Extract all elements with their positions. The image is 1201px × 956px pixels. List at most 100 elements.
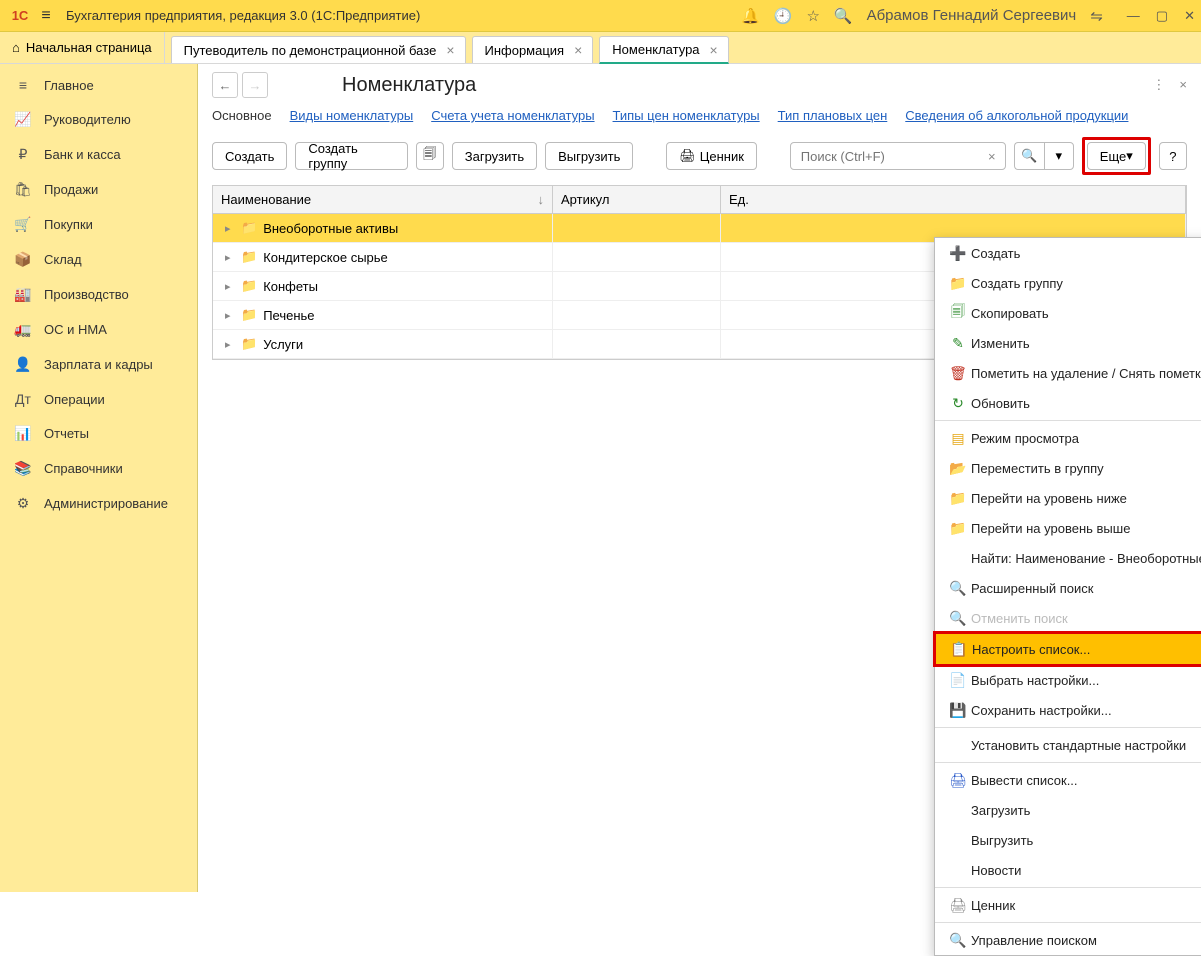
sidebar-item[interactable]: 🛍Продажи <box>0 172 197 207</box>
expand-icon[interactable]: ▸ <box>225 280 235 293</box>
content-area: ← → Номенклатура ⋮ × ОсновноеВиды номенк… <box>198 64 1201 892</box>
menu-item[interactable]: ➕СоздатьIns <box>935 238 1201 268</box>
sidebar-item-label: Производство <box>44 287 129 302</box>
menu-item[interactable]: Новости <box>935 855 1201 885</box>
sidebar-item[interactable]: ₽Банк и касса <box>0 137 197 172</box>
tab-nomenclature[interactable]: Номенклатура × <box>599 36 728 64</box>
star-icon[interactable]: ☆ <box>806 7 819 25</box>
sidebar-item[interactable]: ≡Главное <box>0 68 197 102</box>
menu-item[interactable]: 📁Создать группуCtrl+F9 <box>935 268 1201 298</box>
sidebar-item[interactable]: 📦Склад <box>0 242 197 277</box>
create-group-button[interactable]: Создать группу <box>295 142 407 170</box>
menu-item-label: Создать группу <box>971 276 1201 291</box>
copy-button[interactable]: 🗐 <box>416 142 444 170</box>
back-button[interactable]: ← <box>212 72 238 98</box>
maximize-button[interactable]: ▢ <box>1156 8 1168 24</box>
user-name[interactable]: Абрамов Геннадий Сергеевич <box>867 7 1077 24</box>
sidebar-item[interactable]: 📈Руководителю <box>0 102 197 137</box>
close-button[interactable]: ✕ <box>1184 8 1195 24</box>
subtab[interactable]: Сведения об алкогольной продукции <box>905 108 1128 123</box>
expand-icon[interactable]: ▸ <box>225 251 235 264</box>
th-name[interactable]: Наименование <box>213 186 553 213</box>
menu-item-label: Перейти на уровень ниже <box>971 491 1201 506</box>
menu-item[interactable]: 📄Выбрать настройки... <box>935 665 1201 695</box>
subtab[interactable]: Типы цен номенклатуры <box>613 108 760 123</box>
menu-item[interactable]: 📁Перейти на уровень вышеCtrl+Up <box>935 513 1201 543</box>
menu-item[interactable]: 🖨Вывести список... <box>935 765 1201 795</box>
sidebar-item-label: ОС и НМА <box>44 322 107 337</box>
kebab-icon[interactable]: ⋮ <box>1152 77 1165 93</box>
sidebar-item[interactable]: 🛒Покупки <box>0 207 197 242</box>
menu-item[interactable]: 🔍Управление поиском <box>935 925 1201 955</box>
tab-info[interactable]: Информация × <box>472 36 594 63</box>
home-tab[interactable]: ⌂ Начальная страница <box>0 32 165 63</box>
menu-item[interactable]: 🗐СкопироватьF9 <box>935 298 1201 328</box>
menu-item[interactable]: Выгрузить <box>935 825 1201 855</box>
load-button[interactable]: Загрузить <box>452 142 537 170</box>
menu-item[interactable]: Загрузить <box>935 795 1201 825</box>
create-button[interactable]: Создать <box>212 142 287 170</box>
subtab[interactable]: Виды номенклатуры <box>290 108 414 123</box>
sidebar-item[interactable]: ДтОперации <box>0 382 197 416</box>
folder-icon: 📁 <box>241 307 257 323</box>
table-header: Наименование Артикул Ед. <box>213 186 1186 214</box>
menu-item-label: Переместить в группу <box>971 461 1201 476</box>
sidebar-item[interactable]: 📚Справочники <box>0 451 197 486</box>
sidebar-item[interactable]: 🚛ОС и НМА <box>0 312 197 347</box>
menu-item-label: Найти: Наименование - Внеоборотные актив… <box>971 551 1201 566</box>
sidebar-item[interactable]: ⚙Администрирование <box>0 486 197 521</box>
burger-icon[interactable]: ≡ <box>34 7 58 25</box>
row-label: Внеоборотные активы <box>263 221 398 236</box>
search-icon[interactable]: 🔍 <box>834 7 853 25</box>
history-icon[interactable]: 🕘 <box>774 7 793 25</box>
menu-item[interactable]: ↻ОбновитьF5 <box>935 388 1201 418</box>
menu-item[interactable]: 🖨Ценник <box>935 890 1201 920</box>
sidebar-item[interactable]: 📊Отчеты <box>0 416 197 451</box>
menu-item-label: Расширенный поиск <box>971 581 1201 596</box>
expand-icon[interactable]: ▸ <box>225 222 235 235</box>
subtab[interactable]: Основное <box>212 108 272 123</box>
sidebar-item[interactable]: 👤Зарплата и кадры <box>0 347 197 382</box>
bell-icon[interactable]: 🔔 <box>741 7 760 25</box>
expand-icon[interactable]: ▸ <box>225 309 235 322</box>
menu-item[interactable]: ▤Режим просмотра <box>935 423 1201 453</box>
forward-button[interactable]: → <box>242 72 268 98</box>
menu-item[interactable]: 📁Перейти на уровень нижеCtrl+Down <box>935 483 1201 513</box>
menu-item[interactable]: 🗑Пометить на удаление / Снять пометкуDel <box>935 358 1201 388</box>
clear-search-icon[interactable]: × <box>983 149 1001 164</box>
menu-item-label: Выгрузить <box>971 833 1201 848</box>
help-button[interactable]: ? <box>1159 142 1187 170</box>
menu-item[interactable]: 🔍Расширенный поискAlt+F <box>935 573 1201 603</box>
close-icon[interactable]: × <box>574 42 582 58</box>
sidebar-item-label: Администрирование <box>44 496 168 511</box>
subtab[interactable]: Счета учета номенклатуры <box>431 108 594 123</box>
logo-1c: 1C <box>6 5 34 27</box>
close-page-icon[interactable]: × <box>1179 77 1187 93</box>
menu-item-label: Отменить поиск <box>971 611 1201 626</box>
menu-item-label: Изменить <box>971 336 1201 351</box>
close-icon[interactable]: × <box>446 42 454 58</box>
th-unit[interactable]: Ед. <box>721 186 1186 213</box>
menu-item[interactable]: 📂Переместить в группуCtrl+Shift+M <box>935 453 1201 483</box>
search-input[interactable] <box>795 149 983 164</box>
tab-guide[interactable]: Путеводитель по демонстрационной базе × <box>171 36 466 63</box>
subtab[interactable]: Тип плановых цен <box>778 108 888 123</box>
menu-item[interactable]: Найти: Наименование - Внеоборотные актив… <box>935 543 1201 573</box>
pricer-button[interactable]: 🖨 Ценник <box>666 142 757 170</box>
sidebar-item[interactable]: 🏭Производство <box>0 277 197 312</box>
menu-item[interactable]: ✎ИзменитьF2 <box>935 328 1201 358</box>
minimize-button[interactable]: — <box>1127 8 1140 24</box>
adv-search-dropdown[interactable]: ▾ <box>1044 142 1074 170</box>
search-box[interactable]: × <box>790 142 1006 170</box>
user-menu-icon[interactable]: ⇋ <box>1090 7 1103 25</box>
adv-search-button[interactable]: 🔍 <box>1014 142 1044 170</box>
more-button[interactable]: Еще ▾ <box>1087 142 1146 170</box>
th-article[interactable]: Артикул <box>553 186 721 213</box>
menu-item[interactable]: 💾Сохранить настройки... <box>935 695 1201 725</box>
close-icon[interactable]: × <box>710 42 718 58</box>
unload-button[interactable]: Выгрузить <box>545 142 633 170</box>
menu-item[interactable]: Установить стандартные настройки <box>935 730 1201 760</box>
menu-item[interactable]: 📋Настроить список... <box>936 634 1201 664</box>
more-dropdown: ➕СоздатьIns📁Создать группуCtrl+F9🗐Скопир… <box>934 237 1201 956</box>
expand-icon[interactable]: ▸ <box>225 338 235 351</box>
